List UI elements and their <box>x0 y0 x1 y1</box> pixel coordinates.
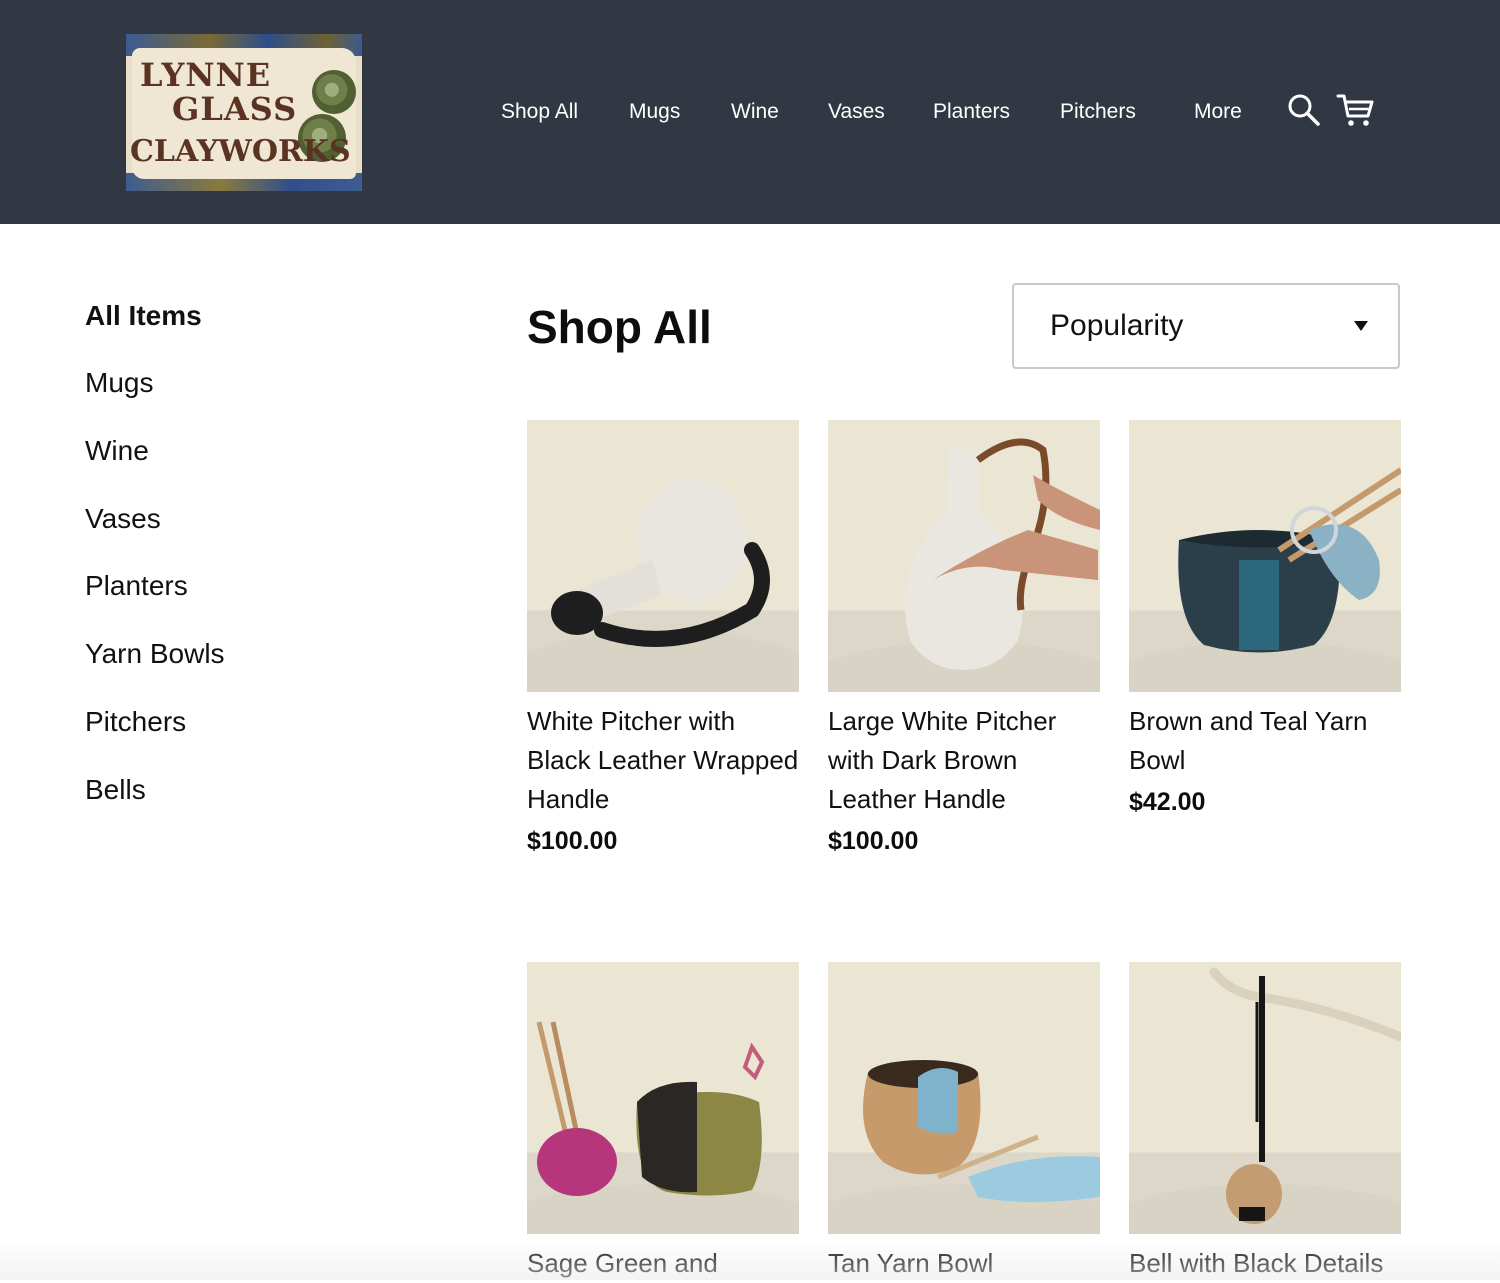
nav-item-shop-all[interactable]: Shop All <box>501 100 578 124</box>
product-name[interactable]: Tan Yarn Bowl <box>828 1244 1100 1283</box>
nav-item-more[interactable]: More <box>1194 100 1242 124</box>
sidebar-item-yarn-bowls[interactable]: Yarn Bowls <box>85 638 225 670</box>
page-title: Shop All <box>527 301 712 353</box>
product-name[interactable]: Sage Green and <box>527 1244 799 1283</box>
sidebar-item-mugs[interactable]: Mugs <box>85 367 153 399</box>
product-name[interactable]: Brown and Teal Yarn Bowl <box>1129 702 1401 780</box>
product-image[interactable] <box>1129 962 1401 1234</box>
product-image[interactable] <box>527 962 799 1234</box>
main-nav: Shop All Mugs Wine Vases Planters Pitche… <box>0 0 1500 224</box>
product-name[interactable]: Bell with Black Details <box>1129 1244 1401 1283</box>
sidebar-item-pitchers[interactable]: Pitchers <box>85 706 186 738</box>
product-image[interactable] <box>1129 420 1401 692</box>
product-card[interactable]: Tan Yarn Bowl <box>828 962 1100 1283</box>
nav-item-vases[interactable]: Vases <box>828 100 885 124</box>
nav-item-planters[interactable]: Planters <box>933 100 1010 124</box>
nav-item-mugs[interactable]: Mugs <box>629 100 680 124</box>
sidebar-item-all-items[interactable]: All Items <box>85 300 202 332</box>
site-header: LYNNE GLASS CLAYWORKS Shop All Mugs Wine… <box>0 0 1500 224</box>
sidebar-item-bells[interactable]: Bells <box>85 774 146 806</box>
sidebar-item-wine[interactable]: Wine <box>85 435 149 467</box>
product-name[interactable]: Large White Pitcher with Dark Brown Leat… <box>828 702 1100 819</box>
sort-select[interactable]: Popularity <box>1012 283 1400 369</box>
nav-item-pitchers[interactable]: Pitchers <box>1060 100 1136 124</box>
nav-item-wine[interactable]: Wine <box>731 100 779 124</box>
sidebar-item-planters[interactable]: Planters <box>85 570 188 602</box>
product-card[interactable]: Large White Pitcher with Dark Brown Leat… <box>828 420 1100 856</box>
product-price: $100.00 <box>527 827 618 855</box>
product-card[interactable]: White Pitcher with Black Leather Wrapped… <box>527 420 799 856</box>
product-price: $42.00 <box>1129 788 1206 816</box>
sidebar-item-vases[interactable]: Vases <box>85 503 161 535</box>
product-card[interactable]: Sage Green and <box>527 962 799 1283</box>
product-name[interactable]: White Pitcher with Black Leather Wrapped… <box>527 702 799 819</box>
product-image[interactable] <box>828 420 1100 692</box>
sort-selected-value: Popularity <box>1050 309 1184 342</box>
product-image[interactable] <box>828 962 1100 1234</box>
cart-icon[interactable] <box>1336 92 1376 133</box>
product-price: $100.00 <box>828 827 919 855</box>
product-card[interactable]: Bell with Black Details <box>1129 962 1401 1283</box>
product-image[interactable] <box>527 420 799 692</box>
chevron-down-icon <box>1354 321 1368 331</box>
search-icon[interactable] <box>1286 92 1322 133</box>
product-card[interactable]: Brown and Teal Yarn Bowl $42.00 <box>1129 420 1401 817</box>
